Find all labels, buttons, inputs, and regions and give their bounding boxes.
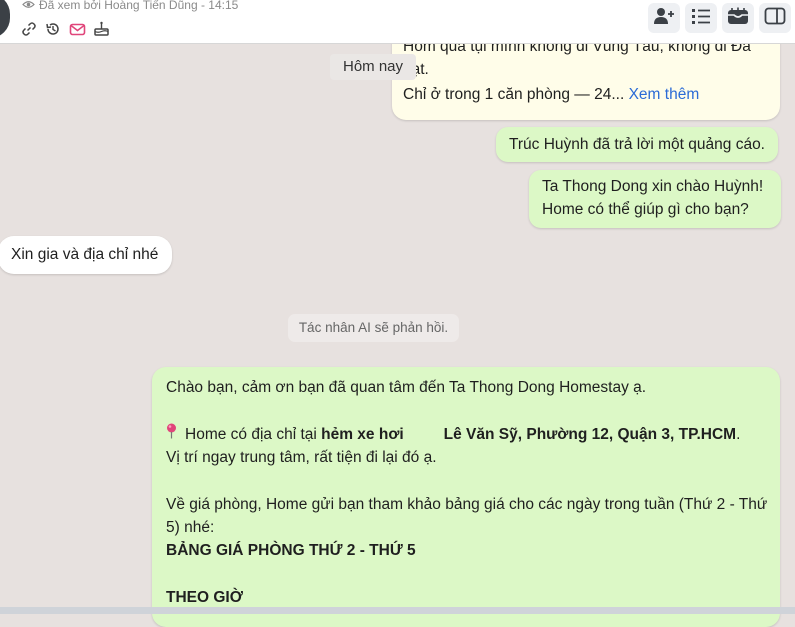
avatar[interactable]: [0, 0, 10, 38]
greeting-line: Ta Thong Dong xin chào Huỳnh!: [542, 178, 764, 195]
system-note: Tác nhân AI sẽ phản hồi.: [288, 314, 459, 342]
list-button[interactable]: [685, 3, 717, 33]
price-heading: BẢNG GIÁ PHÒNG THỨ 2 - THỨ 5: [166, 542, 416, 559]
list-icon: [691, 7, 711, 30]
header-tools: [20, 20, 110, 38]
address-line: Home có địa chỉ tại hẻm xe hơi Lê Văn Sỹ,…: [166, 423, 740, 446]
sidebar-icon: [764, 7, 786, 30]
customer-message: Xin gia và địa chỉ nhé: [0, 236, 173, 274]
add-user-button[interactable]: [648, 3, 680, 33]
link-icon[interactable]: [20, 20, 38, 38]
bottom-edge: [0, 607, 795, 614]
conversation-header: Đã xem bởi Hoàng Tiến Dũng - 14:15: [0, 0, 795, 44]
reply-line: 5) nhé:: [166, 519, 215, 536]
ad-preview-text: Chỉ ở trong 1 căn phòng — 24...: [403, 86, 625, 103]
ai-reply-message: Chào bạn, cảm ơn bạn đã quan tâm đến Ta …: [152, 367, 780, 627]
inbox-button[interactable]: [722, 3, 754, 33]
address-bold: hẻm xe hơi: [321, 426, 404, 443]
reply-line: Chào bạn, cảm ơn bạn đã quan tâm đến Ta …: [166, 379, 647, 396]
history-icon[interactable]: [44, 20, 62, 38]
greeting-message: Ta Thong Dong xin chào Huỳnh! Home có th…: [529, 170, 781, 228]
price-subheading: THEO GIỜ: [166, 589, 243, 606]
ad-reply-notice: Trúc Huỳnh đã trả lời một quảng cáo.: [496, 127, 778, 162]
seen-text: Đã xem bởi Hoàng Tiến Dũng - 14:15: [39, 0, 239, 12]
toggle-sidebar-button[interactable]: [759, 3, 791, 33]
reply-line: Về giá phòng, Home gửi bạn tham khảo bản…: [166, 496, 768, 513]
see-more-link[interactable]: Xem thêm: [629, 86, 700, 103]
address-prefix: Home có địa chỉ tại: [185, 426, 317, 443]
inbox-icon: [727, 7, 749, 30]
pin-icon: [166, 423, 177, 446]
mail-icon[interactable]: [68, 20, 86, 38]
eye-icon: [22, 0, 35, 12]
greeting-line: Home có thể giúp gì cho bạn?: [542, 201, 749, 218]
seen-status: Đã xem bởi Hoàng Tiến Dũng - 14:15: [22, 0, 238, 12]
reply-line: Vị trí ngay trung tâm, rất tiện đi lại đ…: [166, 449, 437, 466]
add-user-icon: [653, 6, 675, 31]
ad-text-line: Chỉ ở trong 1 căn phòng — 24... Xem thêm: [403, 83, 699, 106]
date-divider: Hôm nay: [330, 54, 417, 80]
address-suffix: .: [736, 426, 741, 443]
cake-icon[interactable]: [92, 20, 110, 38]
address-bold: Lê Văn Sỹ, Phường 12, Quận 3, TP.HCM: [443, 426, 737, 443]
header-actions: [648, 3, 791, 33]
